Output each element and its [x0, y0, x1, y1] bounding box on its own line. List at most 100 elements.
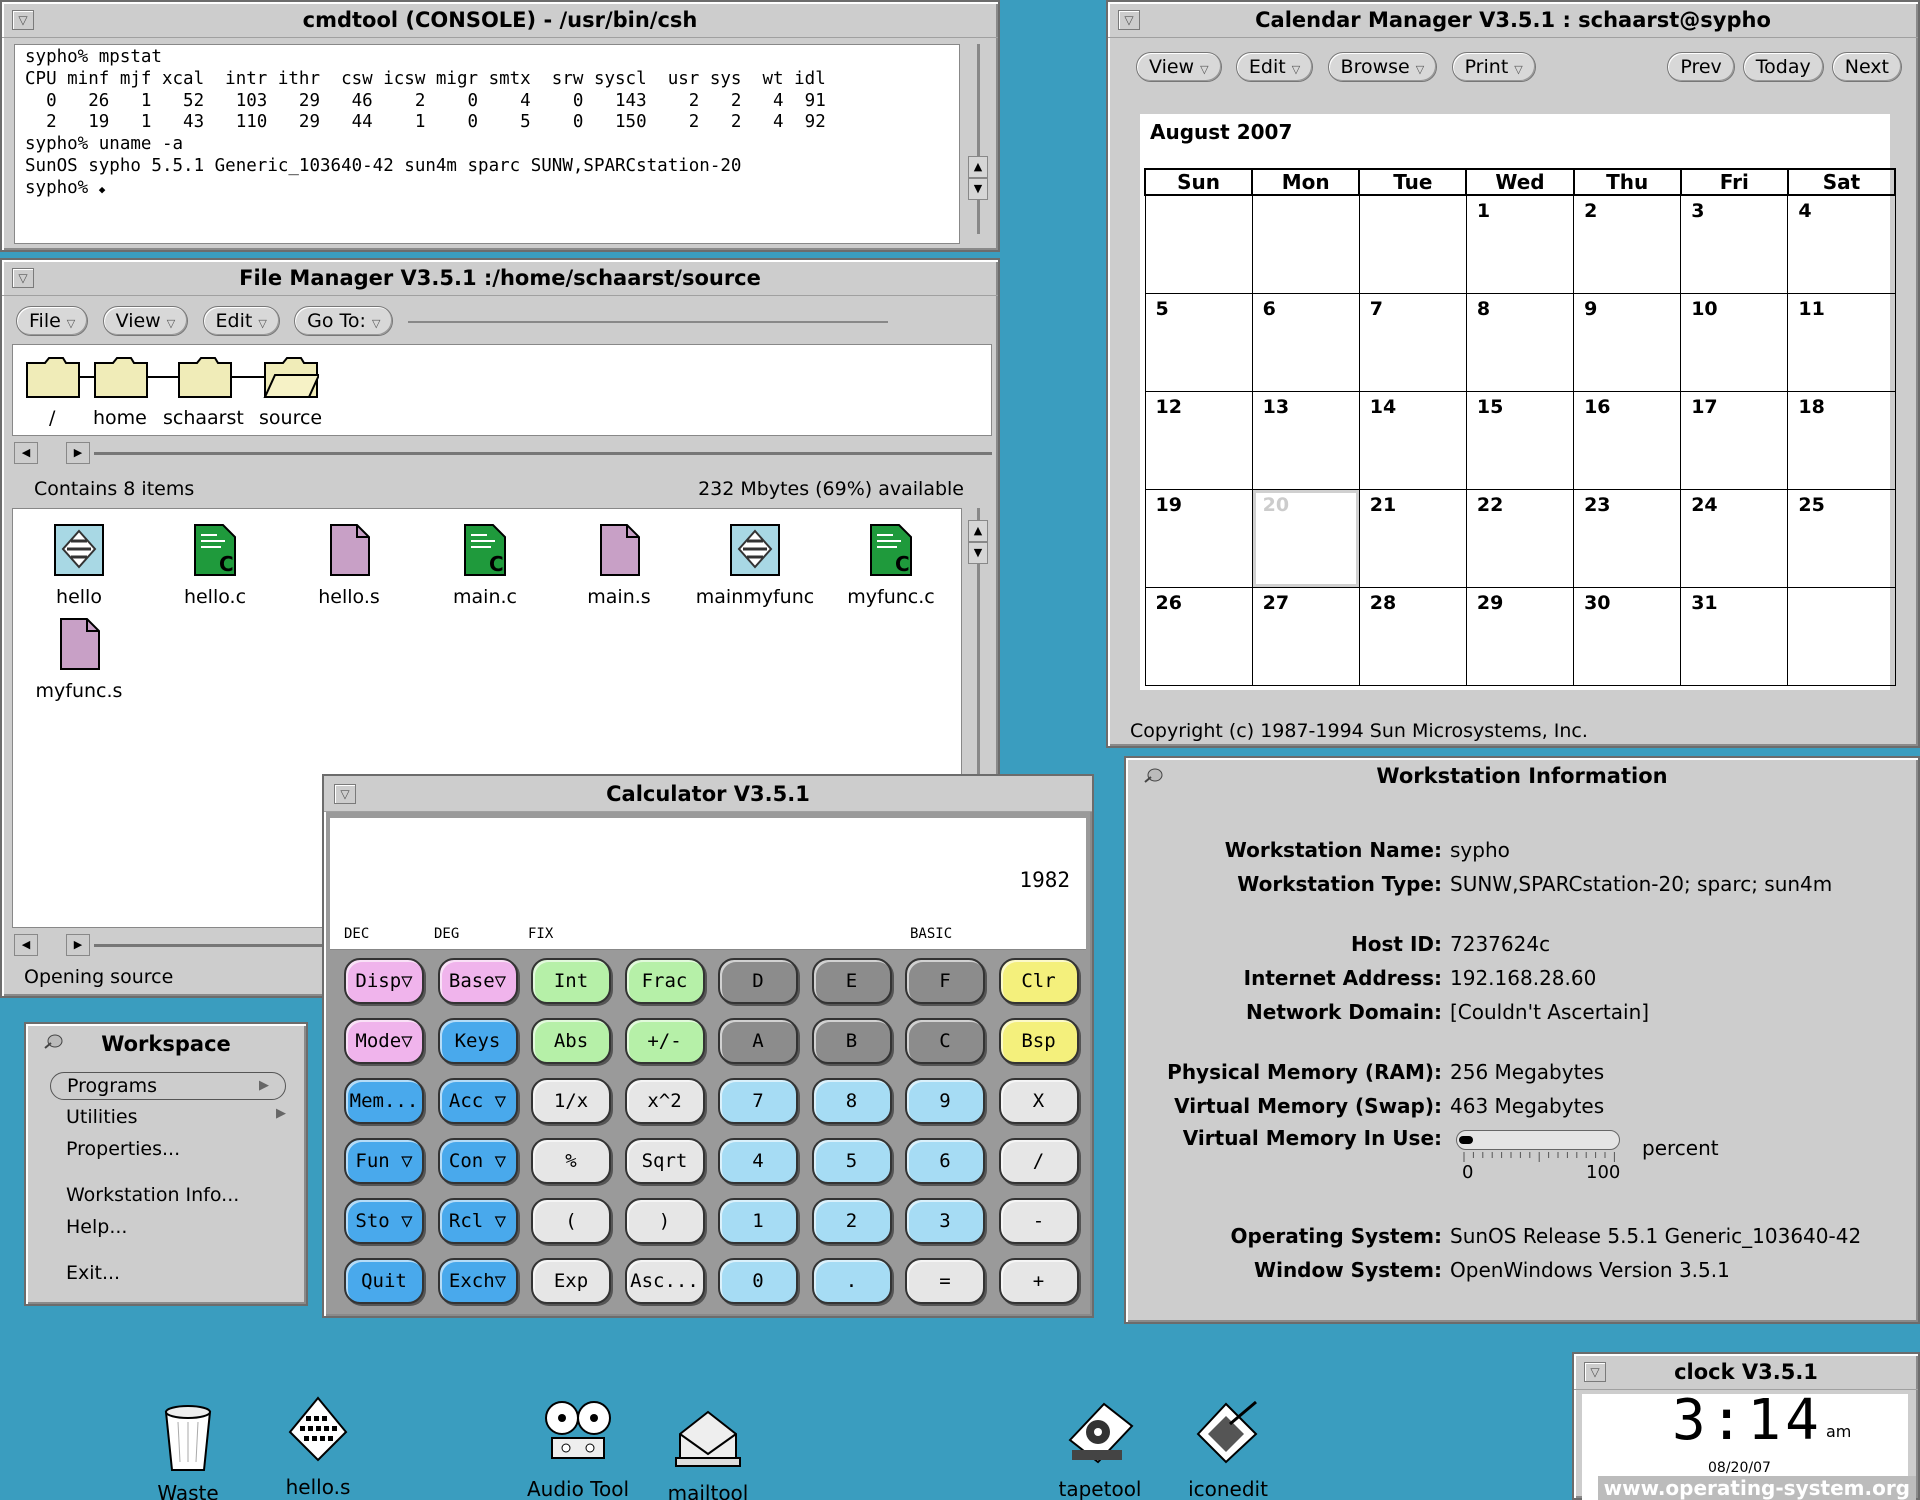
terminal-scrollbar[interactable]: ▲ ▼ [968, 44, 988, 234]
calc-key[interactable]: 0 [718, 1258, 798, 1304]
day-cell[interactable]: 2 [1573, 194, 1682, 294]
day-cell[interactable] [1358, 194, 1467, 294]
day-cell[interactable]: 31 [1680, 586, 1789, 686]
window-menu-button[interactable]: ▽ [12, 10, 34, 30]
calc-key[interactable]: % [531, 1138, 611, 1184]
calc-key[interactable]: 9 [905, 1078, 985, 1124]
calc-key[interactable]: 1 [718, 1198, 798, 1244]
file-item[interactable]: mainmyfunc [695, 523, 815, 608]
day-cell[interactable]: 28 [1358, 586, 1467, 686]
day-cell[interactable]: 21 [1358, 488, 1467, 588]
calc-key[interactable]: = [905, 1258, 985, 1304]
goto-menu-button[interactable]: Go To: ▽ [294, 306, 394, 336]
calc-key[interactable]: Bsp [998, 1018, 1079, 1064]
calc-key[interactable]: Quit [344, 1258, 424, 1304]
day-cell[interactable]: 24 [1680, 488, 1789, 588]
day-cell[interactable]: 9 [1573, 292, 1682, 392]
calc-key[interactable]: / [998, 1138, 1079, 1184]
scroll-right-button[interactable]: ▶ [66, 442, 90, 464]
day-cell[interactable]: 16 [1573, 390, 1682, 490]
day-cell[interactable]: 18 [1787, 390, 1896, 490]
day-cell[interactable] [1251, 194, 1360, 294]
calc-key[interactable]: Clr [998, 958, 1079, 1004]
path-segment[interactable]: home [93, 407, 147, 429]
day-cell[interactable]: 20 [1251, 488, 1360, 588]
scroll-down-button[interactable]: ▼ [968, 542, 988, 564]
calendar-titlebar[interactable]: ▽ Calendar Manager V3.5.1 : schaarst@syp… [1108, 2, 1918, 38]
file-item[interactable]: myfunc.s [19, 617, 139, 702]
day-cell[interactable] [1144, 194, 1253, 294]
view-menu-button[interactable]: View ▽ [102, 306, 189, 336]
window-menu-button[interactable]: ▽ [1118, 10, 1140, 30]
calc-key[interactable]: 6 [905, 1138, 985, 1184]
mailtool-desktop-icon[interactable]: mailtool [638, 1398, 778, 1500]
day-cell[interactable]: 23 [1573, 488, 1682, 588]
folder-icon[interactable] [177, 355, 233, 399]
day-cell[interactable]: 4 [1787, 194, 1896, 294]
day-cell[interactable]: 6 [1251, 292, 1360, 392]
menu-item-utilities[interactable]: Utilities ▶ [66, 1106, 286, 1128]
next-button[interactable]: Next [1831, 52, 1902, 82]
calc-key[interactable]: F [905, 958, 985, 1004]
workstation-info-titlebar[interactable]: Workstation Information [1126, 758, 1918, 794]
calc-key[interactable]: . [811, 1258, 892, 1304]
calc-key[interactable]: C [905, 1018, 985, 1064]
cmdtool-titlebar[interactable]: ▽ cmdtool (CONSOLE) - /usr/bin/csh [2, 2, 998, 38]
calc-key[interactable]: + [998, 1258, 1079, 1304]
scroll-left-button[interactable]: ◀ [14, 442, 38, 464]
day-cell[interactable]: 5 [1144, 292, 1253, 392]
scroll-right-button[interactable]: ▶ [66, 934, 90, 956]
folder-icon[interactable] [25, 355, 81, 399]
print-menu-button[interactable]: Print ▽ [1451, 52, 1536, 82]
day-cell[interactable]: 22 [1465, 488, 1575, 588]
day-cell[interactable]: 8 [1465, 292, 1575, 392]
calc-key[interactable]: Sqrt [624, 1138, 705, 1184]
calc-key[interactable]: 5 [811, 1138, 892, 1184]
menu-item-help[interactable]: Help... [66, 1216, 127, 1238]
day-cell[interactable]: 26 [1144, 586, 1253, 686]
calc-key[interactable]: Base▽ [437, 958, 518, 1004]
scroll-up-button[interactable]: ▲ [968, 156, 988, 178]
day-cell[interactable]: 10 [1680, 292, 1789, 392]
day-cell[interactable]: 15 [1465, 390, 1575, 490]
calc-key[interactable]: D [718, 958, 798, 1004]
calc-key[interactable]: 7 [718, 1078, 798, 1124]
file-item[interactable]: main.s [559, 523, 679, 608]
calc-key[interactable]: 4 [718, 1138, 798, 1184]
day-cell[interactable]: 7 [1358, 292, 1467, 392]
day-cell[interactable]: 1 [1465, 194, 1575, 294]
calc-key[interactable]: Exp [531, 1258, 611, 1304]
calc-key[interactable]: x^2 [624, 1078, 705, 1124]
window-menu-button[interactable]: ▽ [1584, 1362, 1606, 1382]
day-cell[interactable]: 11 [1787, 292, 1896, 392]
scroll-up-button[interactable]: ▲ [968, 520, 988, 542]
day-cell[interactable]: 27 [1251, 586, 1360, 686]
scroll-left-button[interactable]: ◀ [14, 934, 38, 956]
calc-key[interactable]: Con ▽ [437, 1138, 518, 1184]
day-cell[interactable]: 14 [1358, 390, 1467, 490]
calc-key[interactable]: 2 [811, 1198, 892, 1244]
calc-key[interactable]: Fun ▽ [344, 1138, 424, 1184]
calc-key[interactable]: Asc... [624, 1258, 705, 1304]
file-manager-titlebar[interactable]: ▽ File Manager V3.5.1 :/home/schaarst/so… [2, 260, 998, 296]
day-cell[interactable]: 3 [1680, 194, 1789, 294]
open-folder-icon[interactable] [263, 355, 319, 399]
path-segment[interactable]: source [259, 407, 322, 429]
window-menu-button[interactable]: ▽ [334, 784, 356, 804]
calc-key[interactable]: ( [531, 1198, 611, 1244]
goto-path-field[interactable] [407, 320, 888, 323]
calc-key[interactable]: - [998, 1198, 1079, 1244]
file-menu-button[interactable]: File ▽ [16, 306, 89, 336]
edit-menu-button[interactable]: Edit ▽ [1235, 52, 1314, 82]
tapetool-desktop-icon[interactable]: tapetool [1030, 1394, 1170, 1500]
calc-key[interactable]: Sto ▽ [344, 1198, 424, 1244]
audio-tool-desktop-icon[interactable]: Audio Tool [508, 1394, 648, 1500]
edit-menu-button[interactable]: Edit ▽ [202, 306, 280, 336]
file-item[interactable]: Cmyfunc.c [831, 523, 951, 608]
calc-key[interactable]: Mode▽ [344, 1018, 424, 1064]
calculator-titlebar[interactable]: ▽ Calculator V3.5.1 [324, 776, 1092, 812]
day-cell[interactable] [1787, 586, 1896, 686]
clock-titlebar[interactable]: ▽ clock V3.5.1 [1574, 1354, 1918, 1390]
calc-key[interactable]: Disp▽ [344, 958, 424, 1004]
file-item[interactable]: hello [19, 523, 139, 608]
